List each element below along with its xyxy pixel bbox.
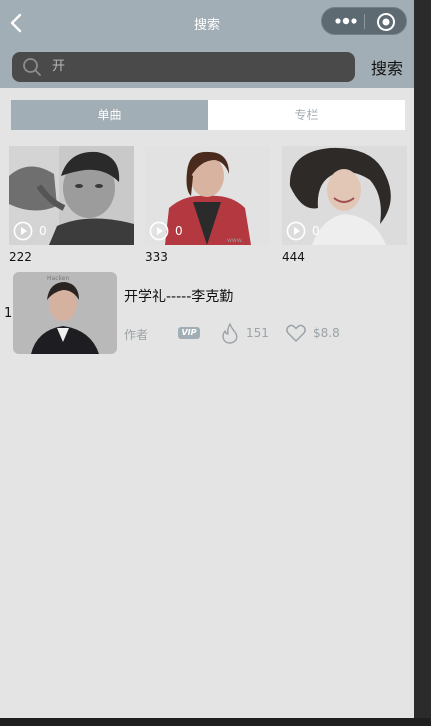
list-item-cover[interactable]: Hacken [13, 272, 117, 354]
nav-bar: 搜索 [0, 0, 414, 46]
capsule-divider [364, 14, 365, 29]
search-bar: 搜索 [0, 46, 414, 88]
close-target-icon[interactable] [375, 11, 397, 33]
heart-icon[interactable] [285, 322, 307, 344]
cover-image: 0 [9, 146, 134, 245]
fire-icon [222, 323, 238, 344]
list-item-title[interactable]: 开学礼-----李克勤 [124, 286, 233, 306]
miniprogram-capsule [321, 7, 407, 35]
list-item-meta: 作者 VIP 151 $8.8 [124, 322, 404, 344]
play-icon[interactable] [13, 221, 33, 241]
play-count: 0 [175, 224, 183, 238]
svg-text:www.: www. [227, 237, 243, 244]
play-count: 0 [312, 224, 320, 238]
search-icon [23, 58, 41, 76]
grid-item-title: 222 [9, 250, 32, 264]
list-item-index: 1 [4, 306, 13, 321]
svg-text:Hacken: Hacken [47, 275, 69, 282]
play-icon[interactable] [286, 221, 306, 241]
search-button[interactable]: 搜索 [364, 55, 410, 79]
window-edge [414, 0, 431, 726]
play-icon[interactable] [149, 221, 169, 241]
search-box [12, 52, 355, 82]
grid-item-title: 333 [145, 250, 168, 264]
phone-screen: 搜索 搜索 单曲 专栏 [0, 0, 414, 718]
cover-image: 0 [282, 146, 407, 245]
search-input[interactable] [52, 52, 342, 82]
play-count: 0 [39, 224, 47, 238]
hot-count: 151 [246, 326, 269, 340]
cover-image: www. 0 [145, 146, 270, 245]
tab-single[interactable]: 单曲 [11, 100, 208, 130]
price-label: $8.8 [313, 326, 340, 340]
tab-bar: 单曲 专栏 [11, 100, 405, 130]
window-edge [0, 718, 431, 726]
more-dots-icon[interactable] [332, 8, 360, 34]
vip-badge: VIP [178, 327, 200, 339]
tab-column[interactable]: 专栏 [208, 100, 405, 130]
author-label: 作者 [124, 328, 149, 342]
grid-item-title: 444 [282, 250, 305, 264]
